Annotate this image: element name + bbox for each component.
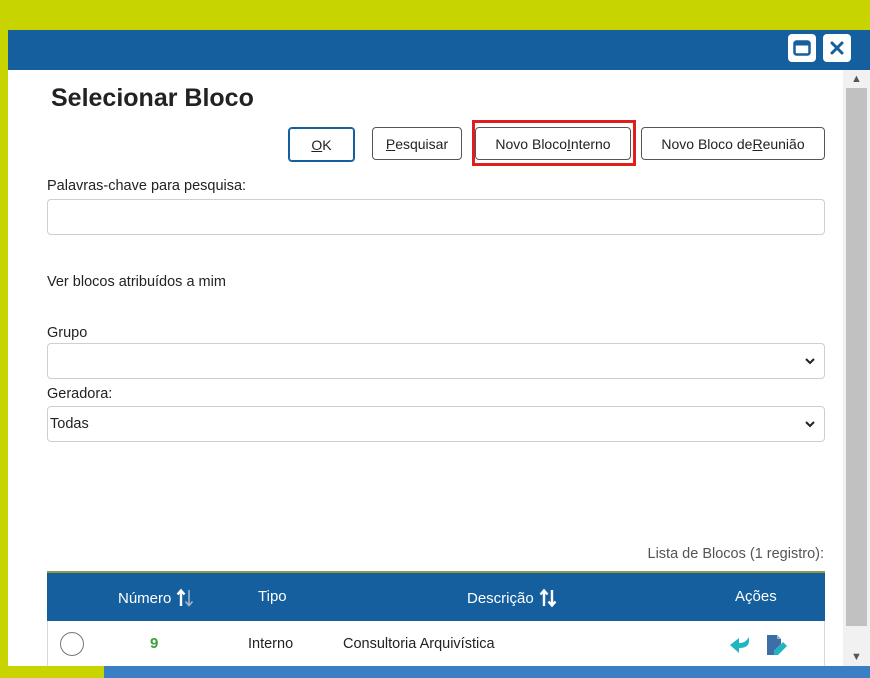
new-internal-label-post: nterno xyxy=(570,135,611,152)
maximize-button[interactable] xyxy=(788,34,816,62)
scroll-thumb[interactable] xyxy=(846,88,867,626)
select-block-dialog: Selecionar Bloco OK Pesquisar Novo Bloco… xyxy=(8,30,870,666)
column-tipo: Tipo xyxy=(258,588,287,605)
dialog-content: Selecionar Bloco OK Pesquisar Novo Bloco… xyxy=(8,70,843,666)
chevron-down-icon xyxy=(805,421,815,428)
column-acoes-label: Ações xyxy=(735,588,777,605)
keywords-input[interactable] xyxy=(47,199,825,235)
assigned-to-me-label[interactable]: Ver blocos atribuídos a mim xyxy=(47,274,226,290)
edit-document-icon xyxy=(767,635,787,655)
new-meeting-label-key: R xyxy=(752,135,763,152)
sort-icon[interactable] xyxy=(175,588,195,608)
maximize-icon xyxy=(793,40,811,56)
scroll-up-icon[interactable]: ▲ xyxy=(843,70,870,88)
scroll-down-icon[interactable]: ▼ xyxy=(843,648,870,666)
sort-icon[interactable] xyxy=(538,588,558,608)
cell-tipo: Interno xyxy=(248,636,294,652)
new-meeting-label-pre: Novo Bloco de xyxy=(661,135,753,152)
select-block-action[interactable] xyxy=(728,633,752,657)
column-numero-label: Número xyxy=(118,589,172,607)
grupo-select[interactable] xyxy=(47,343,825,379)
edit-block-action[interactable] xyxy=(764,633,788,657)
vertical-scrollbar[interactable]: ▲ ▼ xyxy=(843,70,870,666)
background-strip xyxy=(104,666,870,678)
ok-button[interactable]: OK xyxy=(288,127,355,162)
search-label-post: esquisar xyxy=(395,135,449,152)
return-arrow-icon xyxy=(730,637,749,653)
new-internal-label-pre: Novo Bloco xyxy=(495,135,567,152)
search-label-key: P xyxy=(385,135,396,152)
row-select-radio[interactable] xyxy=(60,632,84,656)
geradora-label: Geradora: xyxy=(47,386,113,402)
list-caption: Lista de Blocos (1 registro): xyxy=(647,546,825,562)
column-numero[interactable]: Número xyxy=(118,588,195,608)
new-meeting-label-post: eunião xyxy=(762,135,805,152)
dialog-titlebar xyxy=(8,30,870,70)
keywords-label: Palavras-chave para pesquisa: xyxy=(47,178,247,194)
column-descricao[interactable]: Descrição xyxy=(467,588,558,608)
geradora-select-value: Todas xyxy=(50,416,89,432)
grupo-label: Grupo xyxy=(47,325,88,341)
ok-label-post: K xyxy=(322,136,332,153)
blocks-table: Número Tipo Descrição Ações 9 Interno Co… xyxy=(47,571,825,666)
table-header: Número Tipo Descrição Ações xyxy=(47,571,825,621)
ok-label-key: O xyxy=(311,136,323,153)
geradora-select[interactable]: Todas xyxy=(47,406,825,442)
column-descricao-label: Descrição xyxy=(467,589,534,607)
close-icon xyxy=(830,41,844,55)
search-button[interactable]: Pesquisar xyxy=(372,127,462,160)
column-acoes: Ações xyxy=(735,588,777,605)
table-row: 9 Interno Consultoria Arquivística xyxy=(47,621,825,666)
chevron-down-icon xyxy=(805,358,815,365)
new-meeting-block-button[interactable]: Novo Bloco de Reunião xyxy=(641,127,825,160)
column-tipo-label: Tipo xyxy=(258,588,287,605)
new-internal-block-button[interactable]: Novo Bloco Interno xyxy=(475,127,631,160)
dialog-title: Selecionar Bloco xyxy=(51,84,254,112)
close-button[interactable] xyxy=(823,34,851,62)
cell-descricao: Consultoria Arquivística xyxy=(343,636,495,652)
cell-numero: 9 xyxy=(150,635,159,652)
